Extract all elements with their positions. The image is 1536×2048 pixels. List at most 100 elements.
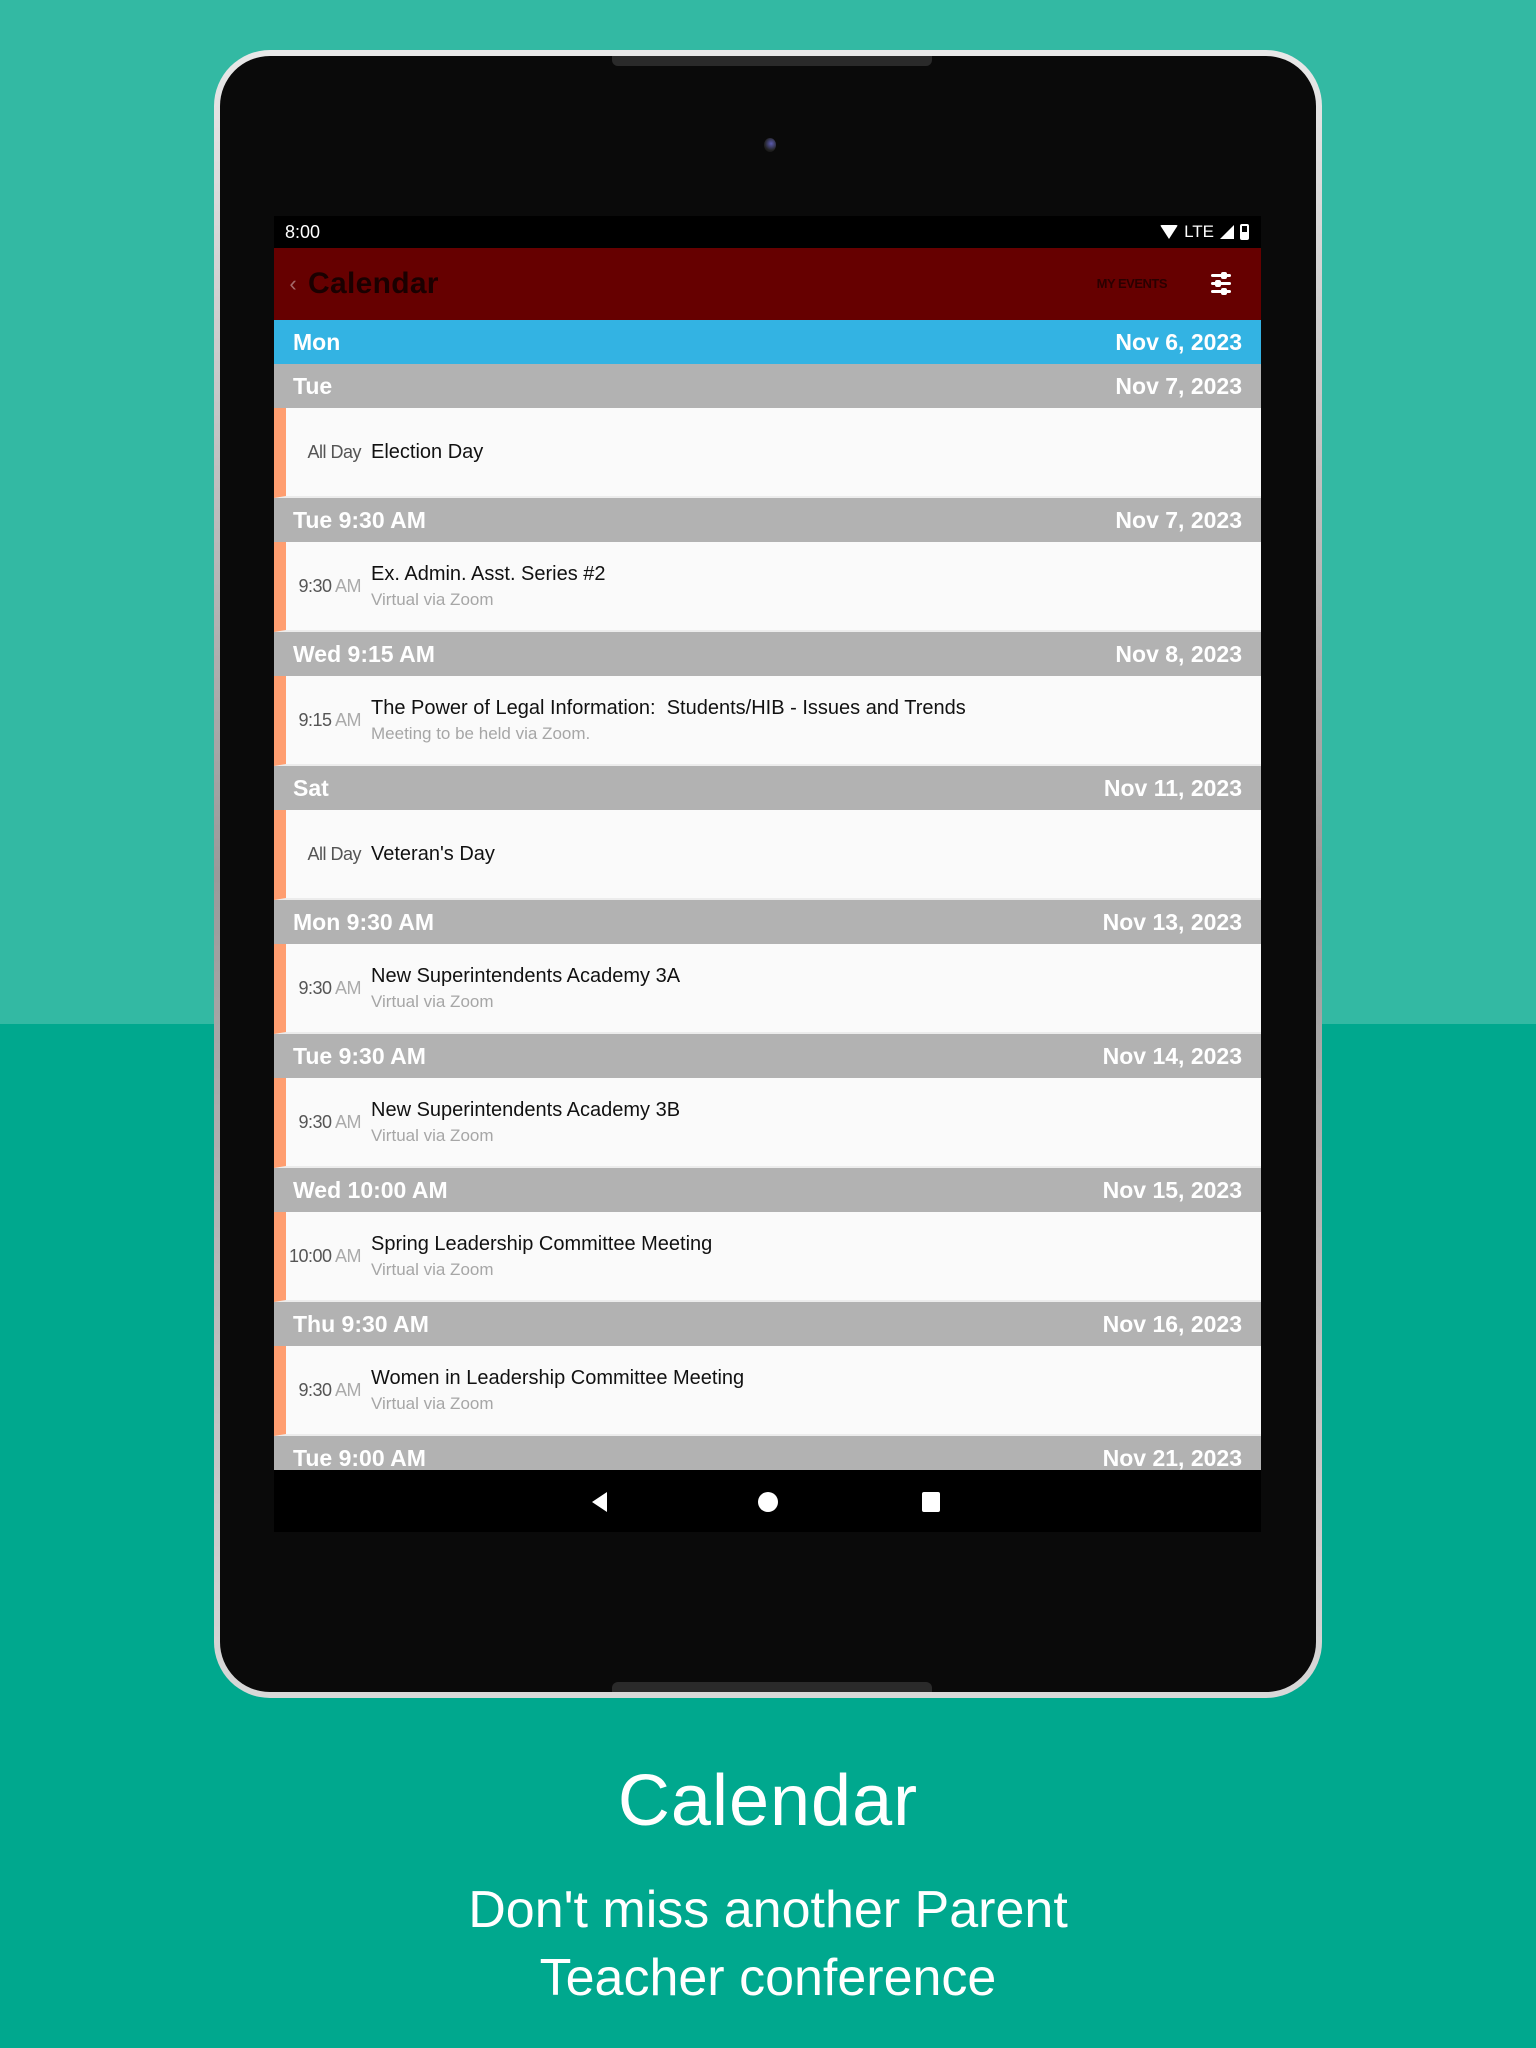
nav-home-icon[interactable] [758, 1492, 778, 1512]
event-time-value: 9:30 [298, 1379, 332, 1400]
event-row[interactable]: 9:30 AM New Superintendents Academy 3B V… [274, 1078, 1261, 1168]
day-header-label: Mon 9:30 AM [293, 908, 434, 935]
event-time-value: 10:00 [288, 1245, 332, 1266]
day-header-date: Nov 14, 2023 [1102, 1042, 1242, 1069]
caption-subtitle: Don't miss another Parent Teacher confer… [368, 1876, 1168, 2012]
event-text: New Superintendents Academy 3A Virtual v… [371, 965, 680, 1012]
day-header-label: Mon [293, 328, 341, 355]
day-header[interactable]: Wed 10:00 AM Nov 15, 2023 [274, 1168, 1261, 1212]
day-header-label: Sat [293, 774, 329, 801]
day-header-label: Thu 9:30 AM [293, 1310, 429, 1337]
day-header-label: Tue 9:30 AM [293, 1042, 426, 1069]
event-time-ampm: AM [335, 709, 362, 730]
nav-back-icon[interactable] [592, 1492, 607, 1512]
caption-subtitle-line1: Don't miss another Parent [468, 1881, 1068, 1939]
day-header-date: Nov 15, 2023 [1102, 1176, 1242, 1203]
event-time-value: 9:15 [298, 709, 332, 730]
event-time: 9:30 AM [286, 1112, 371, 1133]
event-text: Spring Leadership Committee Meeting Virt… [371, 1233, 712, 1280]
event-title: Spring Leadership Committee Meeting [371, 1232, 713, 1255]
event-title: Veteran's Day [371, 842, 495, 865]
day-header[interactable]: Sat Nov 11, 2023 [274, 766, 1261, 810]
signal-icon [1220, 225, 1234, 239]
filter-sliders-icon[interactable] [1211, 272, 1231, 296]
event-row[interactable]: All Day Election Day [274, 408, 1261, 498]
event-time-ampm: AM [335, 575, 362, 596]
event-time-value: 9:30 [298, 977, 332, 998]
event-row[interactable]: 10:00 AM Spring Leadership Committee Mee… [274, 1212, 1261, 1302]
event-list[interactable]: Mon Nov 6, 2023 Tue Nov 7, 2023 All Day … [274, 320, 1261, 1480]
back-icon[interactable]: ‹ [274, 271, 308, 297]
event-row[interactable]: All Day Veteran's Day [274, 810, 1261, 900]
speaker-bottom [612, 1682, 932, 1692]
status-bar: 8:00 LTE [274, 216, 1261, 248]
event-text: New Superintendents Academy 3B Virtual v… [371, 1099, 680, 1146]
day-header-today[interactable]: Mon Nov 6, 2023 [274, 320, 1261, 364]
app-bar: ‹ Calendar MY EVENTS [274, 248, 1261, 320]
day-header-label: Tue [293, 372, 333, 399]
day-header-date: Nov 7, 2023 [1115, 372, 1242, 399]
event-time-value: 9:30 [298, 1111, 332, 1132]
day-header-date: Nov 11, 2023 [1103, 774, 1242, 801]
event-location: Meeting to be held via Zoom. [371, 723, 591, 743]
event-time: 9:15 AM [286, 710, 371, 731]
event-location: Virtual via Zoom [371, 1125, 494, 1145]
day-header-label: Tue 9:00 AM [293, 1444, 426, 1471]
event-text: Veteran's Day [371, 843, 495, 866]
event-row[interactable]: 9:30 AM Women in Leadership Committee Me… [274, 1346, 1261, 1436]
event-title: The Power of Legal Information: Students… [371, 696, 966, 719]
day-header-date: Nov 6, 2023 [1115, 328, 1242, 355]
event-row[interactable]: 9:30 AM New Superintendents Academy 3A V… [274, 944, 1261, 1034]
event-location: Virtual via Zoom [371, 991, 494, 1011]
status-icons: LTE [1160, 222, 1249, 242]
event-time-value: All Day [307, 843, 361, 864]
event-location: Virtual via Zoom [371, 1393, 494, 1413]
wifi-icon [1160, 225, 1179, 239]
day-header-date: Nov 13, 2023 [1102, 908, 1242, 935]
event-row[interactable]: 9:15 AM The Power of Legal Information: … [274, 676, 1261, 766]
event-text: Election Day [371, 441, 483, 464]
page-title: Calendar [308, 267, 439, 300]
speaker-top [612, 56, 932, 66]
event-text: The Power of Legal Information: Students… [371, 697, 966, 744]
event-time-ampm: AM [335, 1245, 362, 1266]
device-screen: 8:00 LTE ‹ Calendar MY EVENTS Mon Nov 6,… [274, 216, 1261, 1532]
event-location: Virtual via Zoom [371, 589, 494, 609]
event-title: Women in Leadership Committee Meeting [371, 1366, 745, 1389]
event-time-value: 9:30 [298, 575, 332, 596]
event-time-value: All Day [307, 441, 361, 462]
day-header[interactable]: Thu 9:30 AM Nov 16, 2023 [274, 1302, 1261, 1346]
day-header-label: Wed 9:15 AM [293, 640, 435, 667]
event-time: All Day [286, 442, 371, 463]
my-events-button[interactable]: MY EVENTS [1097, 276, 1168, 291]
day-header[interactable]: Tue Nov 7, 2023 [274, 364, 1261, 408]
day-header[interactable]: Mon 9:30 AM Nov 13, 2023 [274, 900, 1261, 944]
event-text: Women in Leadership Committee Meeting Vi… [371, 1367, 744, 1414]
event-title: Election Day [371, 440, 484, 463]
event-title: New Superintendents Academy 3B [371, 1098, 681, 1121]
day-header[interactable]: Tue 9:30 AM Nov 7, 2023 [274, 498, 1261, 542]
event-time-ampm: AM [335, 1379, 362, 1400]
caption-title: Calendar [617, 1761, 919, 1841]
event-time-ampm: AM [335, 1111, 362, 1132]
nav-recents-icon[interactable] [922, 1492, 940, 1512]
camera-icon [764, 138, 776, 152]
network-type: LTE [1184, 222, 1214, 241]
day-header-label: Tue 9:30 AM [293, 506, 426, 533]
day-header-label: Wed 10:00 AM [293, 1176, 448, 1203]
day-header[interactable]: Tue 9:30 AM Nov 14, 2023 [274, 1034, 1261, 1078]
status-time: 8:00 [285, 221, 321, 242]
event-time: 9:30 AM [286, 978, 371, 999]
event-location: Virtual via Zoom [371, 1259, 494, 1279]
day-header[interactable]: Wed 9:15 AM Nov 8, 2023 [274, 632, 1261, 676]
event-title: New Superintendents Academy 3A [371, 964, 681, 987]
day-header-date: Nov 21, 2023 [1102, 1444, 1242, 1471]
battery-icon [1240, 224, 1249, 240]
event-time: 9:30 AM [286, 1380, 371, 1401]
event-time-ampm: AM [335, 977, 362, 998]
event-title: Ex. Admin. Asst. Series #2 [371, 562, 606, 585]
event-row[interactable]: 9:30 AM Ex. Admin. Asst. Series #2 Virtu… [274, 542, 1261, 632]
event-time: 10:00 AM [286, 1246, 371, 1267]
event-time: 9:30 AM [286, 576, 371, 597]
event-text: Ex. Admin. Asst. Series #2 Virtual via Z… [371, 563, 606, 610]
